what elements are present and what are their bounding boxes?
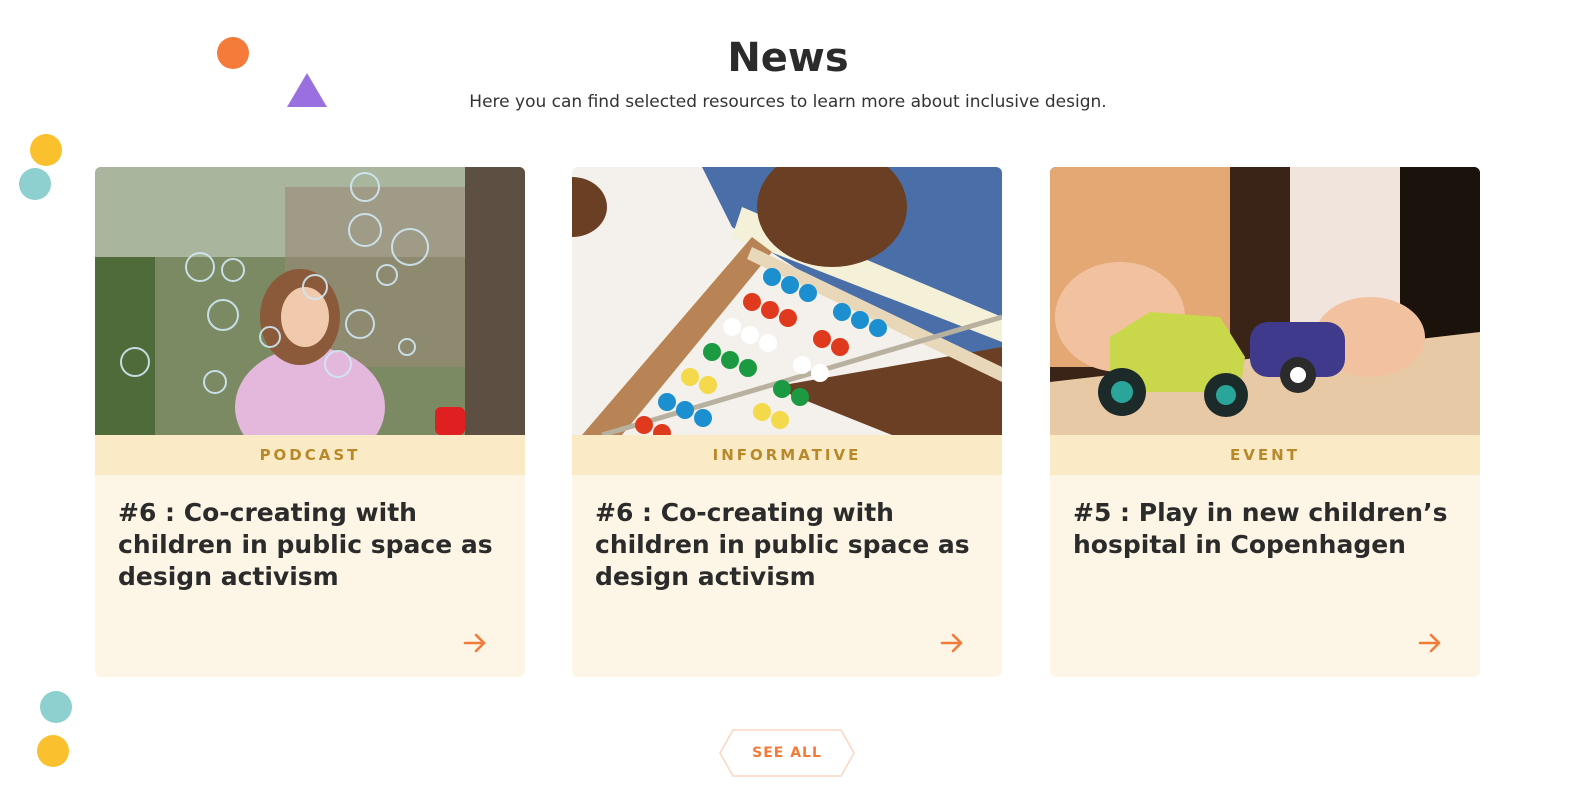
arrow-right-icon[interactable]	[938, 629, 966, 657]
news-card[interactable]: INFORMATIVE #6 : Co-creating with childr…	[572, 167, 1002, 677]
news-card[interactable]: EVENT #5 : Play in new children’s hospit…	[1050, 167, 1480, 677]
card-title[interactable]: #6 : Co-creating with children in public…	[595, 497, 975, 593]
news-header: News Here you can find selected resource…	[0, 30, 1576, 112]
decor-yellow-dot	[37, 735, 69, 767]
category-tag: EVENT	[1050, 435, 1480, 475]
card-image	[572, 167, 1002, 435]
news-card[interactable]: PODCAST #6 : Co-creating with children i…	[95, 167, 525, 677]
decor-teal-dot	[19, 168, 51, 200]
decor-teal-dot	[40, 691, 72, 723]
page-title: News	[727, 35, 849, 81]
arrow-right-icon[interactable]	[1416, 629, 1444, 657]
see-all-label: SEE ALL	[752, 745, 822, 761]
card-title[interactable]: #5 : Play in new children’s hospital in …	[1073, 497, 1453, 561]
card-title[interactable]: #6 : Co-creating with children in public…	[118, 497, 498, 593]
see-all-button[interactable]: SEE ALL	[719, 729, 855, 777]
page-subtitle: Here you can find selected resources to …	[469, 92, 1107, 112]
category-tag: PODCAST	[95, 435, 525, 475]
arrow-right-icon[interactable]	[461, 629, 489, 657]
category-tag: INFORMATIVE	[572, 435, 1002, 475]
card-image	[95, 167, 525, 435]
decor-yellow-dot	[30, 134, 62, 166]
card-image	[1050, 167, 1480, 435]
